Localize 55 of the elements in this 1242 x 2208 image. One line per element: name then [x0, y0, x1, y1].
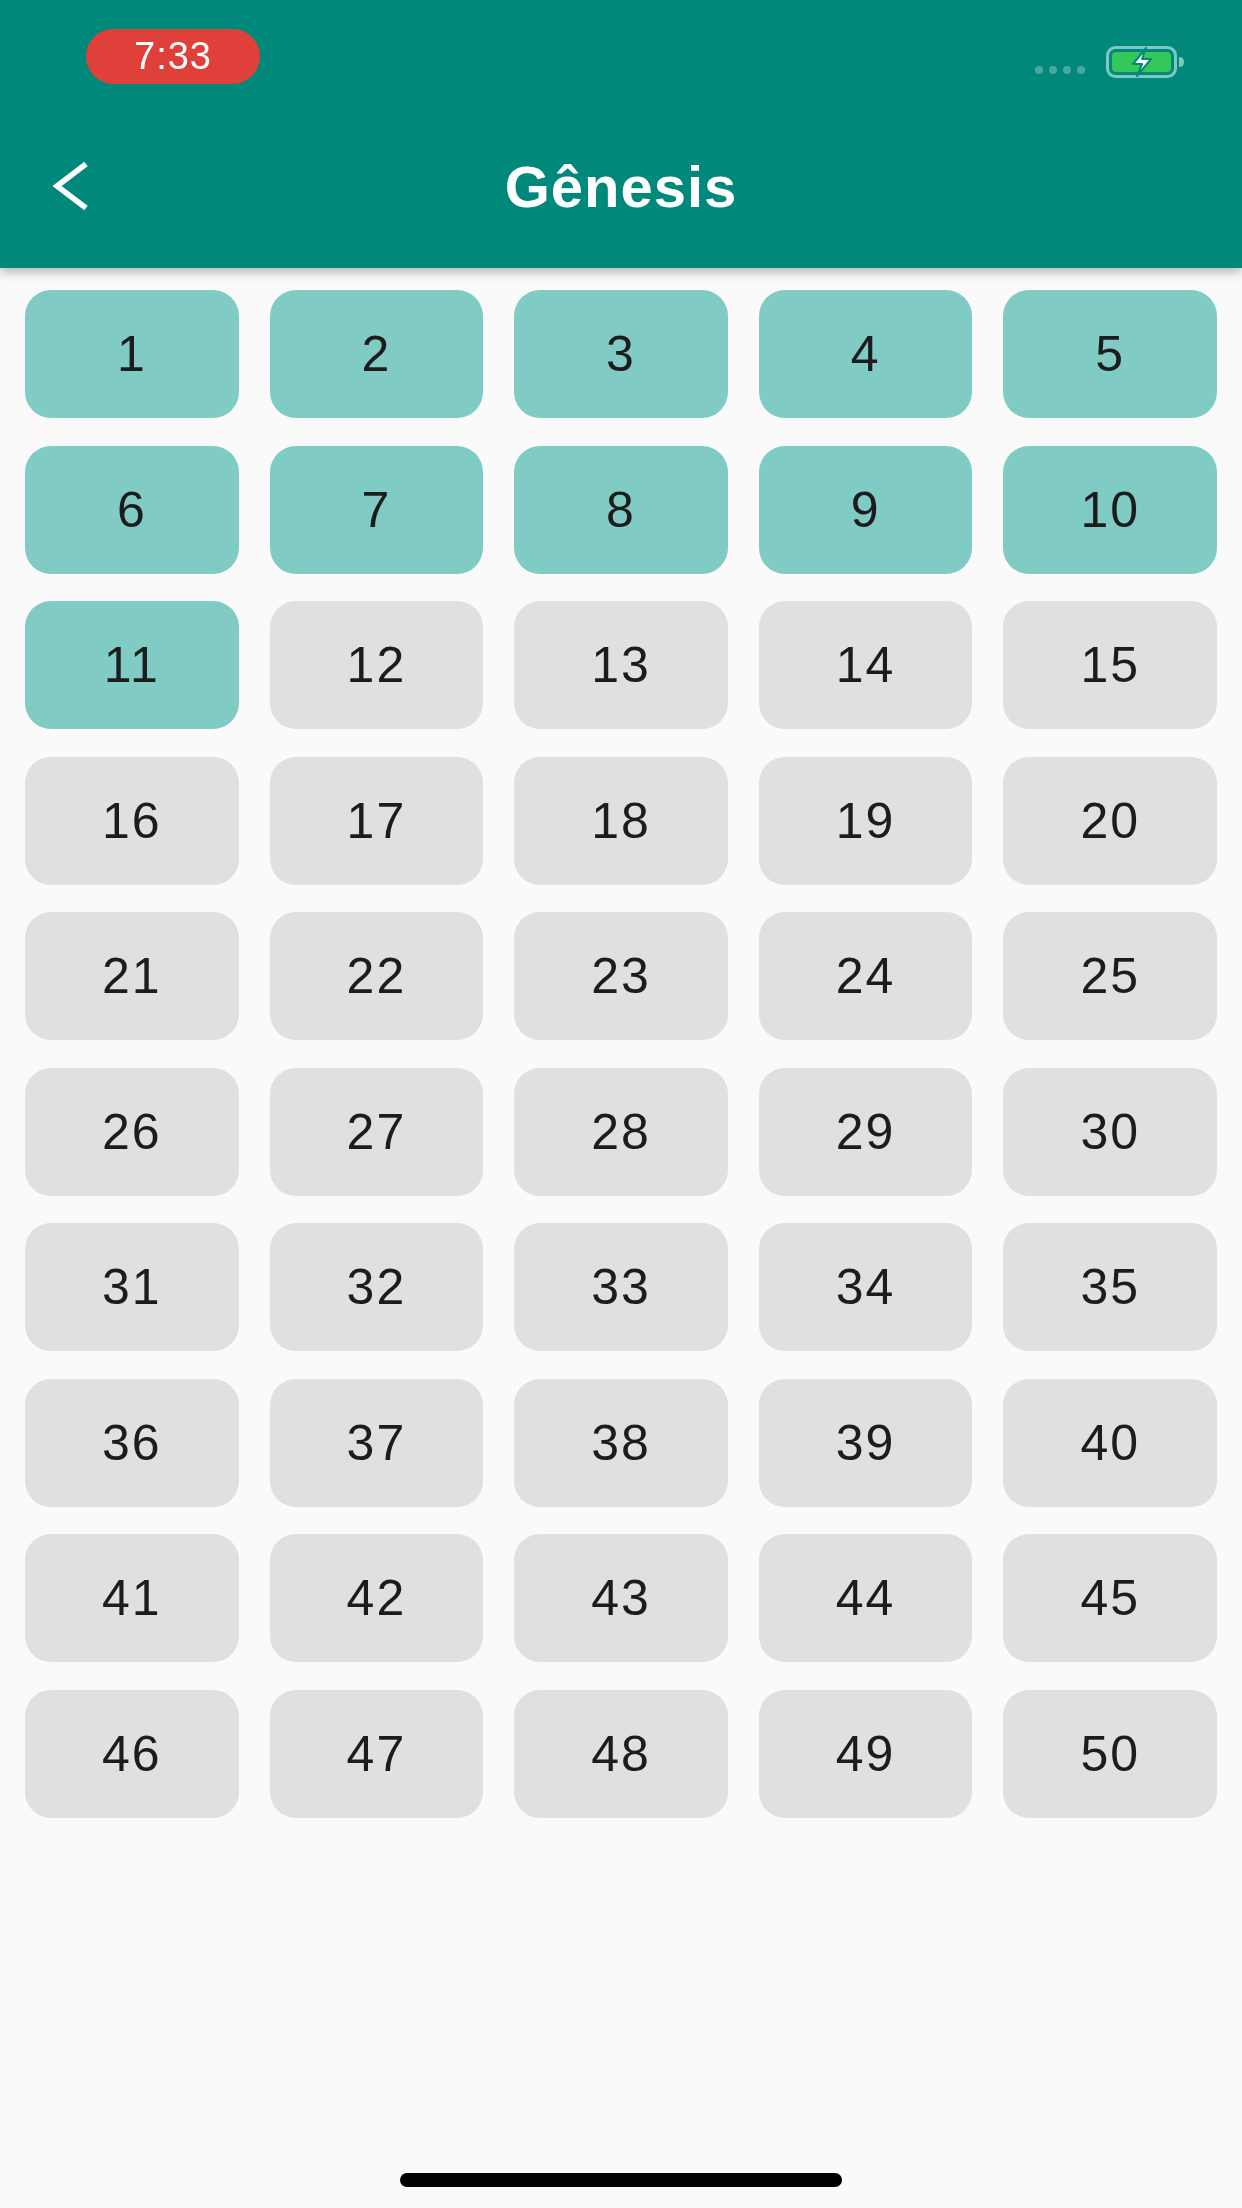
chapter-button[interactable]: 23 [514, 912, 728, 1040]
chapter-button[interactable]: 21 [25, 912, 239, 1040]
chapter-button[interactable]: 27 [269, 1067, 484, 1196]
chapter-button[interactable]: 50 [1003, 1689, 1217, 1818]
chapter-button[interactable]: 39 [758, 1378, 973, 1507]
chapter-button[interactable]: 26 [25, 1067, 239, 1196]
chapter-button[interactable]: 46 [25, 1689, 239, 1818]
chapter-button[interactable]: 44 [758, 1534, 973, 1662]
chapter-button[interactable]: 47 [269, 1689, 484, 1818]
chapter-button[interactable]: 30 [1003, 1067, 1217, 1196]
back-icon[interactable] [52, 161, 90, 211]
chapter-button[interactable]: 36 [25, 1378, 239, 1507]
chapter-button[interactable]: 29 [758, 1067, 973, 1196]
chapter-button[interactable]: 33 [514, 1223, 728, 1351]
chapter-button[interactable]: 12 [269, 601, 484, 729]
chapter-button[interactable]: 32 [269, 1223, 484, 1351]
chapter-button[interactable]: 43 [514, 1534, 728, 1662]
chapter-button[interactable]: 6 [25, 445, 239, 574]
page-title: Gênesis [504, 152, 738, 220]
chapter-button[interactable]: 10 [1003, 445, 1217, 574]
chapter-button[interactable]: 34 [758, 1223, 973, 1351]
signal-dots-icon [1034, 65, 1086, 75]
chapter-button[interactable]: 28 [514, 1067, 728, 1196]
chapter-button[interactable]: 48 [514, 1689, 728, 1818]
chapter-button[interactable]: 9 [758, 445, 973, 574]
chapter-button[interactable]: 20 [1003, 756, 1217, 885]
chapter-button[interactable]: 11 [25, 601, 239, 729]
chapter-button[interactable]: 49 [758, 1689, 973, 1818]
chapter-button[interactable]: 15 [1003, 601, 1217, 729]
chapter-button[interactable]: 19 [758, 756, 973, 885]
chapter-button[interactable]: 13 [514, 601, 728, 729]
chapter-button[interactable]: 8 [514, 445, 728, 574]
chapter-button[interactable]: 17 [269, 756, 484, 885]
chapter-button[interactable]: 5 [1003, 290, 1217, 418]
chapter-button[interactable]: 1 [25, 290, 239, 418]
chapter-button[interactable]: 4 [758, 290, 973, 418]
chapter-button[interactable]: 2 [269, 290, 484, 418]
chapter-button[interactable]: 45 [1003, 1534, 1217, 1662]
chapter-button[interactable]: 18 [514, 756, 728, 885]
chapter-button[interactable]: 3 [514, 290, 728, 418]
chapter-button[interactable]: 38 [514, 1378, 728, 1507]
chapter-button[interactable]: 37 [269, 1378, 484, 1507]
status-time: 7:33 [86, 28, 260, 84]
battery-charging-icon [1106, 46, 1184, 78]
chapter-button[interactable]: 24 [758, 912, 973, 1040]
chapter-button[interactable]: 42 [269, 1534, 484, 1662]
chapter-button[interactable]: 31 [25, 1223, 239, 1351]
chapter-button[interactable]: 22 [269, 912, 484, 1040]
chapter-button[interactable]: 14 [758, 601, 973, 729]
chapter-button[interactable]: 16 [25, 756, 239, 885]
chapter-button[interactable]: 35 [1003, 1223, 1217, 1351]
chapter-button[interactable]: 25 [1003, 912, 1217, 1040]
chapter-button[interactable]: 41 [25, 1534, 239, 1662]
chapter-button[interactable]: 40 [1003, 1378, 1217, 1507]
chapter-button[interactable]: 7 [269, 445, 484, 574]
